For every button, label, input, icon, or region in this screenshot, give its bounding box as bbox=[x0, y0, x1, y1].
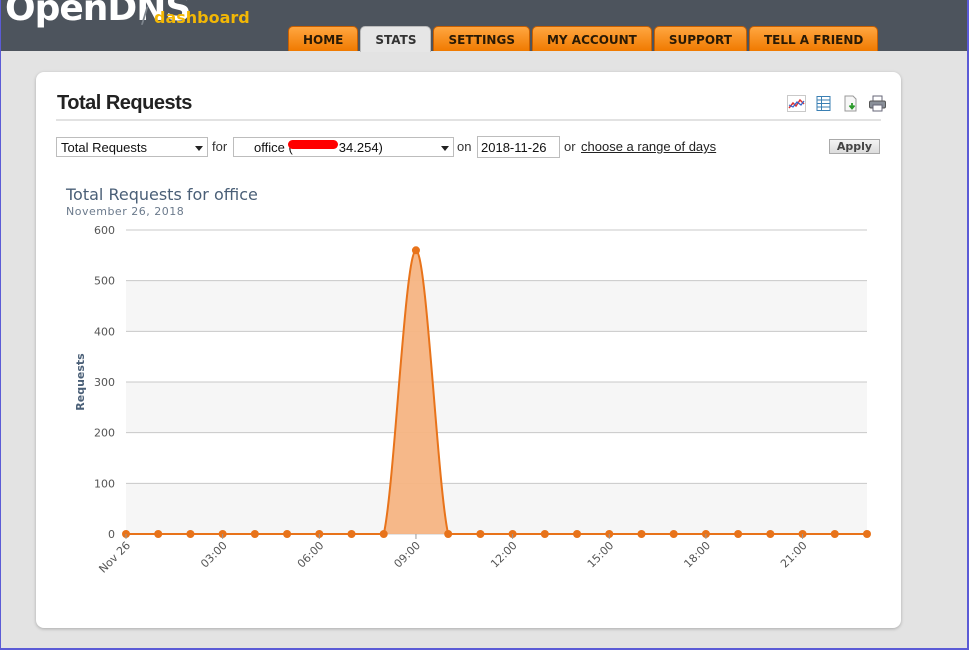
tab-my-account[interactable]: MY ACCOUNT bbox=[531, 26, 652, 51]
y-tick-label: 0 bbox=[108, 528, 115, 541]
data-point[interactable] bbox=[573, 530, 582, 538]
x-tick-label: 03:00 bbox=[198, 539, 230, 571]
tab-support[interactable]: SUPPORT bbox=[653, 26, 747, 51]
data-point[interactable] bbox=[766, 530, 775, 538]
data-point[interactable] bbox=[283, 530, 292, 538]
y-tick-label: 500 bbox=[94, 275, 115, 288]
plot-band bbox=[126, 483, 867, 534]
x-tick-label: 15:00 bbox=[585, 539, 617, 571]
data-point[interactable] bbox=[250, 530, 259, 538]
y-tick-label: 100 bbox=[94, 477, 115, 490]
plot-bands bbox=[126, 280, 867, 534]
data-point[interactable] bbox=[540, 530, 549, 538]
tab-tell-a-friend[interactable]: TELL A FRIEND bbox=[748, 26, 879, 51]
stats-panel: Total Requests Total Requests for office… bbox=[36, 72, 901, 628]
data-point[interactable] bbox=[186, 530, 195, 538]
data-point[interactable] bbox=[476, 530, 485, 538]
tab-stats[interactable]: STATS bbox=[360, 26, 432, 52]
data-point[interactable] bbox=[154, 530, 163, 538]
data-point[interactable] bbox=[830, 530, 839, 538]
plot-band bbox=[126, 280, 867, 332]
data-point[interactable] bbox=[637, 530, 646, 538]
main-nav-tabs: HOME STATS SETTINGS MY ACCOUNT SUPPORT T… bbox=[288, 26, 879, 52]
data-point[interactable] bbox=[379, 530, 388, 538]
x-tick-label: 09:00 bbox=[391, 539, 423, 571]
y-axis-ticks: 0 100 200 300 400 500 600 bbox=[94, 224, 115, 541]
tab-home[interactable]: HOME bbox=[288, 26, 359, 51]
chart-title: Total Requests for office bbox=[65, 185, 258, 204]
chart-subtitle: November 26, 2018 bbox=[66, 205, 184, 218]
data-point[interactable] bbox=[347, 530, 356, 538]
requests-chart: Total Requests for office November 26, 2… bbox=[65, 185, 871, 576]
y-tick-label: 300 bbox=[94, 376, 115, 389]
plot-band bbox=[126, 382, 867, 433]
data-point[interactable] bbox=[669, 530, 678, 538]
dashboard-label: dashboard bbox=[154, 8, 250, 27]
y-tick-label: 200 bbox=[94, 427, 115, 440]
x-tick-label: 06:00 bbox=[295, 539, 327, 571]
x-axis-ticks: Nov 26 03:00 06:00 09:00 12:00 15:00 18:00 21:0… bbox=[96, 534, 810, 576]
x-tick-label: Nov 26 bbox=[96, 539, 133, 576]
data-point[interactable] bbox=[411, 246, 420, 255]
data-point[interactable] bbox=[444, 530, 453, 538]
y-tick-label: 400 bbox=[94, 325, 115, 338]
x-tick-label: 21:00 bbox=[778, 539, 810, 571]
tab-settings[interactable]: SETTINGS bbox=[433, 26, 530, 51]
y-tick-label: 600 bbox=[94, 224, 115, 237]
data-point[interactable] bbox=[734, 530, 743, 538]
logo-separator: / bbox=[141, 4, 149, 29]
y-axis-label: Requests bbox=[74, 353, 87, 411]
x-tick-label: 12:00 bbox=[488, 539, 520, 571]
x-tick-label: 18:00 bbox=[681, 539, 713, 571]
top-bar: OpenDNS / dashboard HOME STATS SETTINGS … bbox=[1, 0, 967, 52]
data-point[interactable] bbox=[863, 530, 871, 538]
